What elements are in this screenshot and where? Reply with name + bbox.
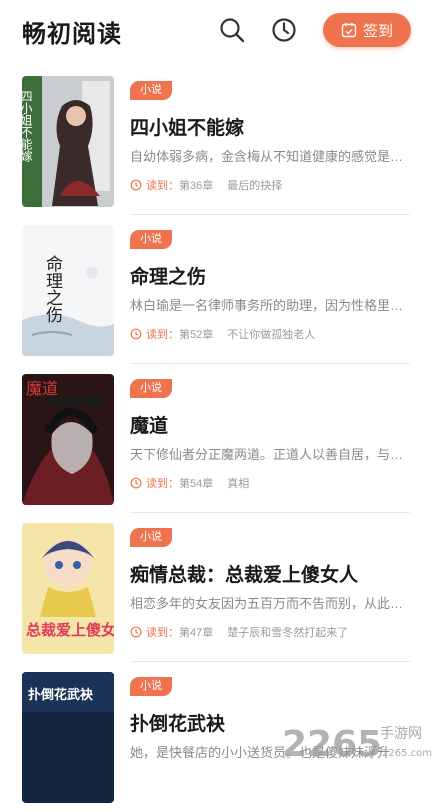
history-icon [130,626,142,638]
read-label: 读到： [146,478,179,490]
site-watermark: 2265 手游网 2265.com [282,716,432,768]
read-label: 读到： [146,329,179,341]
book-cover[interactable]: 魔道 [22,374,114,505]
book-title: 痴情总裁：总裁爱上傻女人 [130,565,359,586]
checkin-label: 签到 [362,22,393,40]
book-description: 自幼体弱多病，金含梅从不知道健康的感觉是… [130,149,404,164]
book-list: 四小姐不能嫁 小说 四小姐不能嫁 自幼体弱多病，金含梅从不知道健康的感觉是… 读… [0,66,432,811]
read-label: 读到： [146,627,179,639]
cover-title: 总裁爱上傻女人 [26,621,114,639]
book-cover[interactable]: 扑倒花武袂 [22,672,114,803]
cover-title: 魔道 [26,379,58,398]
read-label: 读到： [146,180,179,192]
book-item[interactable]: 命理之伤 小说 命理之伤 林白瑜是一名律师事务所的助理，因为性格里… 读到： 第… [0,215,432,364]
cover-title: 命理之伤 [42,255,63,323]
cover-title: 扑倒花武袂 [28,687,94,703]
book-cover[interactable]: 命理之伤 [22,225,114,356]
book-description: 林白瑜是一名律师事务所的助理，因为性格里… [130,298,404,313]
reading-progress: 读到： 第47章 楚子辰和雪冬然打起来了 [130,624,348,640]
category-tag: 小说 [130,528,172,547]
book-title: 四小姐不能嫁 [130,118,245,139]
book-description: 天下修仙者分正魔两道。正道人以善自居，与… [130,447,404,462]
category-tag: 小说 [130,81,172,100]
category-tag: 小说 [130,379,172,398]
history-icon [130,328,142,340]
chapter-number: 第36章 [179,180,214,192]
book-title: 命理之伤 [130,267,207,288]
book-item[interactable]: 四小姐不能嫁 小说 四小姐不能嫁 自幼体弱多病，金含梅从不知道健康的感觉是… 读… [0,66,432,215]
watermark-domain: 2265.com [382,748,432,759]
watermark-number: 2265 [282,724,382,765]
search-icon[interactable] [218,16,246,44]
book-cover[interactable]: 总裁爱上傻女人 [22,523,114,654]
category-tag: 小说 [130,677,172,696]
checkin-button[interactable]: 签到 [323,13,411,47]
chapter-title: 真相 [227,478,250,490]
chapter-title: 最后的抉择 [227,180,283,192]
category-tag: 小说 [130,230,172,249]
history-icon [130,477,142,489]
book-title: 扑倒花武袂 [130,714,226,735]
chapter-title: 不让你做孤独老人 [227,329,316,341]
book-description: 相恋多年的女友因为五百万而不告而别，从此… [130,596,404,611]
book-item[interactable]: 魔道 小说 魔道 天下修仙者分正魔两道。正道人以善自居，与… 读到： 第54章 … [0,364,432,513]
clock-icon[interactable] [270,16,298,44]
chapter-title: 楚子辰和雪冬然打起来了 [227,627,349,639]
chapter-number: 第47章 [179,627,214,639]
reading-progress: 读到： 第36章 最后的抉择 [130,177,282,193]
app-title: 畅初阅读 [22,21,122,48]
chapter-number: 第54章 [179,478,214,490]
book-item[interactable]: 总裁爱上傻女人 小说 痴情总裁：总裁爱上傻女人 相恋多年的女友因为五百万而不告而… [0,513,432,662]
app-header: 畅初阅读 签到 [0,0,432,64]
calendar-icon [341,23,357,38]
cover-title: 四小姐不能嫁 [22,90,33,163]
book-cover[interactable]: 四小姐不能嫁 [22,76,114,207]
watermark-suffix: 手游网 [380,726,422,742]
book-title: 魔道 [130,416,169,437]
history-icon [130,179,142,191]
chapter-number: 第52章 [179,329,214,341]
reading-progress: 读到： 第52章 不让你做孤独老人 [130,326,315,342]
reading-progress: 读到： 第54章 真相 [130,475,249,491]
